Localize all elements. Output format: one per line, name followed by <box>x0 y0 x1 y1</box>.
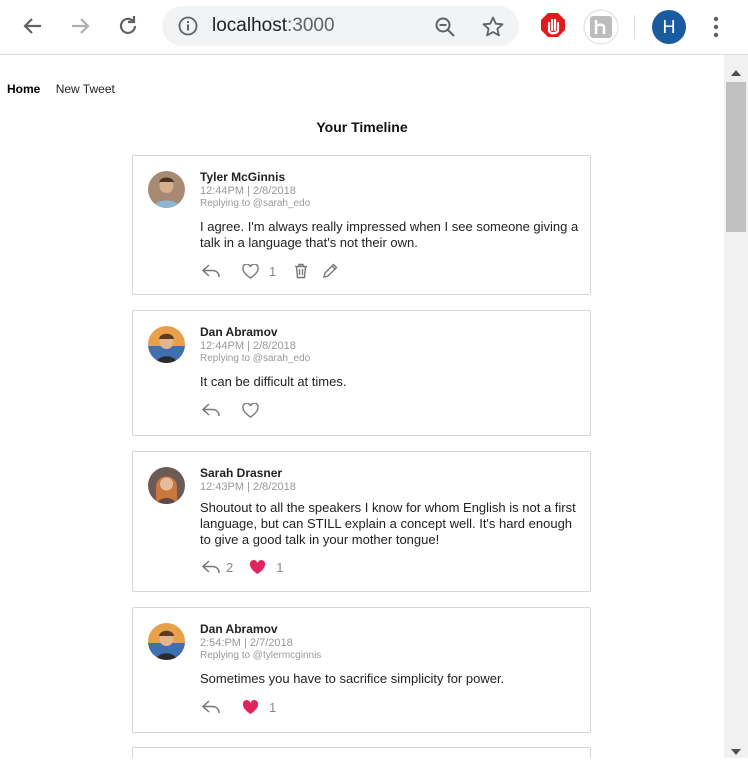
tweet-text: Sometimes you have to sacrifice simplici… <box>200 671 505 686</box>
tweet-timestamp: 2:54:PM | 2/7/2018 <box>200 637 293 649</box>
avatar <box>148 326 185 363</box>
nav-new-tweet-link[interactable]: New Tweet <box>56 82 115 96</box>
heart-icon[interactable] <box>242 263 259 279</box>
adblock-extension-icon[interactable] <box>540 12 566 45</box>
like-count: 1 <box>269 263 277 279</box>
tweet-card[interactable]: Dan Abramov 2:54:PM | 2/7/2018 Replying … <box>132 607 591 733</box>
tweet-text: It can be difficult at times. <box>200 374 347 389</box>
bookmark-star-icon[interactable] <box>481 15 505 44</box>
tweet-body: Dan Abramov 2:54:PM | 2/7/2018 Replying … <box>200 622 580 716</box>
reply-icon[interactable] <box>202 403 220 417</box>
tweet-author: Dan Abramov <box>200 325 278 339</box>
toolbar-separator <box>634 15 635 39</box>
tweet-replying-to: Replying to @sarah_edo <box>200 198 311 209</box>
browser-toolbar: localhost:3000 H <box>0 0 748 55</box>
tweet-actions: 1 <box>200 262 580 280</box>
scroll-down-arrow-icon[interactable] <box>731 742 741 760</box>
tweet-timestamp: 12:43PM | 2/8/2018 <box>200 481 296 493</box>
tweet-body: Tyler McGinnis 12:44PM | 2/8/2018 Replyi… <box>200 170 580 280</box>
info-icon[interactable] <box>178 16 198 41</box>
top-nav: Home New Tweet <box>7 82 127 96</box>
profile-avatar[interactable]: H <box>652 10 686 44</box>
tweet-timestamp: 12:44PM | 2/8/2018 <box>200 340 296 352</box>
tweet-replying-to: Replying to @sarah_edo <box>200 353 311 364</box>
tweet-body: Dan Abramov 12:44PM | 2/8/2018 Replying … <box>200 325 580 419</box>
hypothesis-extension-icon[interactable] <box>583 9 619 50</box>
edit-pencil-icon[interactable] <box>322 263 338 279</box>
nav-home-link[interactable]: Home <box>7 82 40 96</box>
reply-icon[interactable] <box>202 264 220 278</box>
tweet-body: Sarah Drasner 12:43PM | 2/8/2018 Shoutou… <box>200 466 580 576</box>
heart-filled-icon[interactable] <box>242 699 259 715</box>
tweet-card[interactable]: Tyler McGinnis 12:44PM | 2/8/2018 Replyi… <box>132 155 591 295</box>
reply-icon[interactable] <box>202 700 220 714</box>
address-bar[interactable]: localhost:3000 <box>162 6 519 46</box>
page-content: Home New Tweet Your Timeline Tyler McGin… <box>0 55 724 758</box>
tweet-replying-to: Replying to @tylermcginnis <box>200 650 322 661</box>
avatar <box>148 171 185 208</box>
menu-dots-icon[interactable] <box>712 16 720 43</box>
tweet-text: Shoutout to all the speakers I know for … <box>200 500 576 547</box>
heart-icon[interactable] <box>242 402 259 418</box>
heart-filled-icon[interactable] <box>249 559 266 575</box>
url-host: localhost <box>212 15 287 36</box>
zoom-out-icon[interactable] <box>434 16 456 43</box>
reply-icon[interactable] <box>202 560 220 574</box>
tweet-author: Dan Abramov <box>200 622 278 636</box>
forward-arrow-icon[interactable] <box>67 13 93 39</box>
scrollbar-thumb[interactable] <box>726 82 746 232</box>
tweet-timestamp: 12:44PM | 2/8/2018 <box>200 185 296 197</box>
page-title: Your Timeline <box>316 119 408 135</box>
reply-count: 2 <box>226 559 234 575</box>
trash-icon[interactable] <box>294 263 308 279</box>
tweet-author: Sarah Drasner <box>200 466 283 480</box>
avatar <box>148 623 185 660</box>
tweet-author: Tyler McGinnis <box>200 170 286 184</box>
tweet-actions: 1 <box>200 698 580 716</box>
tweet-actions: 2 1 <box>200 558 580 576</box>
tweet-card[interactable] <box>132 747 591 758</box>
page-scrollbar[interactable] <box>724 55 748 758</box>
like-count: 1 <box>276 559 284 575</box>
url-port: :3000 <box>287 15 335 36</box>
tweet-text: I agree. I'm always really impressed whe… <box>200 219 579 250</box>
tweet-actions <box>200 401 580 419</box>
avatar <box>148 467 185 504</box>
tweet-card[interactable]: Sarah Drasner 12:43PM | 2/8/2018 Shoutou… <box>132 451 591 592</box>
back-arrow-icon[interactable] <box>20 13 46 39</box>
scroll-up-arrow-icon[interactable] <box>731 63 741 81</box>
tweet-card[interactable]: Dan Abramov 12:44PM | 2/8/2018 Replying … <box>132 310 591 436</box>
reload-icon[interactable] <box>115 13 141 39</box>
like-count: 1 <box>269 699 277 715</box>
url-text[interactable]: localhost:3000 <box>212 15 335 37</box>
